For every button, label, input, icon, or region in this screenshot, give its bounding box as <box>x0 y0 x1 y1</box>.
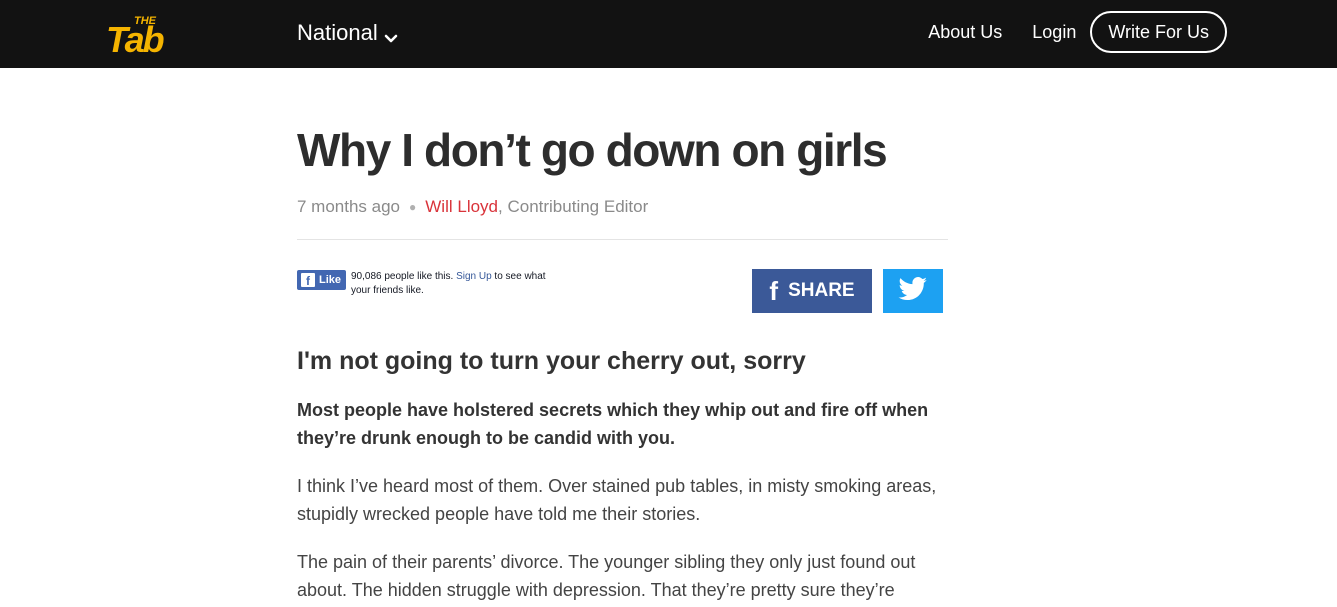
edition-dropdown[interactable]: National <box>297 18 398 48</box>
twitter-icon <box>898 276 928 306</box>
facebook-signup-link[interactable]: Sign Up <box>456 271 492 282</box>
about-us-link[interactable]: About Us <box>928 22 1002 43</box>
write-for-us-button[interactable]: Write For Us <box>1090 11 1227 53</box>
facebook-share-button[interactable]: f SHARE <box>752 269 872 313</box>
share-label: SHARE <box>788 280 855 301</box>
publish-time: 7 months ago <box>297 197 401 216</box>
article-lead: Most people have holstered secrets which… <box>297 400 929 448</box>
facebook-icon: f <box>769 275 779 306</box>
article-subtitle: I'm not going to turn your cherry out, s… <box>297 347 806 375</box>
article-paragraph: I think I’ve heard most of them. Over st… <box>297 476 937 524</box>
top-navigation-bar: THE Tab National About Us Login Write Fo… <box>0 0 1337 68</box>
social-bar: f Like 90,086 people like this. Sign Up … <box>297 269 948 345</box>
svg-text:Tab: Tab <box>106 19 164 56</box>
facebook-like-text: 90,086 people like this. Sign Up to see … <box>351 270 551 298</box>
facebook-like-count: 90,086 people like this. <box>351 271 454 282</box>
author-role: , Contributing Editor <box>498 197 649 216</box>
meta-separator: ● <box>409 200 417 214</box>
twitter-share-button[interactable] <box>883 269 943 313</box>
divider <box>297 239 948 240</box>
article-paragraph: The pain of their parents’ divorce. The … <box>297 552 916 600</box>
header-links: About Us Login Write For Us <box>898 11 1227 53</box>
edition-label: National <box>297 20 378 45</box>
facebook-icon: f <box>301 273 315 287</box>
facebook-like-widget: f Like 90,086 people like this. Sign Up … <box>297 270 551 298</box>
article-meta: 7 months ago ● Will Lloyd , Contributing… <box>297 196 948 218</box>
author-link[interactable]: Will Lloyd <box>425 197 498 217</box>
chevron-down-icon <box>384 26 398 43</box>
facebook-like-label: Like <box>319 274 342 286</box>
article-title: Why I don’t go down on girls <box>297 124 888 176</box>
facebook-like-button[interactable]: f Like <box>297 270 346 290</box>
login-link[interactable]: Login <box>1032 22 1076 43</box>
article: Why I don’t go down on girls 7 months ag… <box>297 68 948 604</box>
the-tab-logo[interactable]: THE Tab <box>104 12 192 56</box>
